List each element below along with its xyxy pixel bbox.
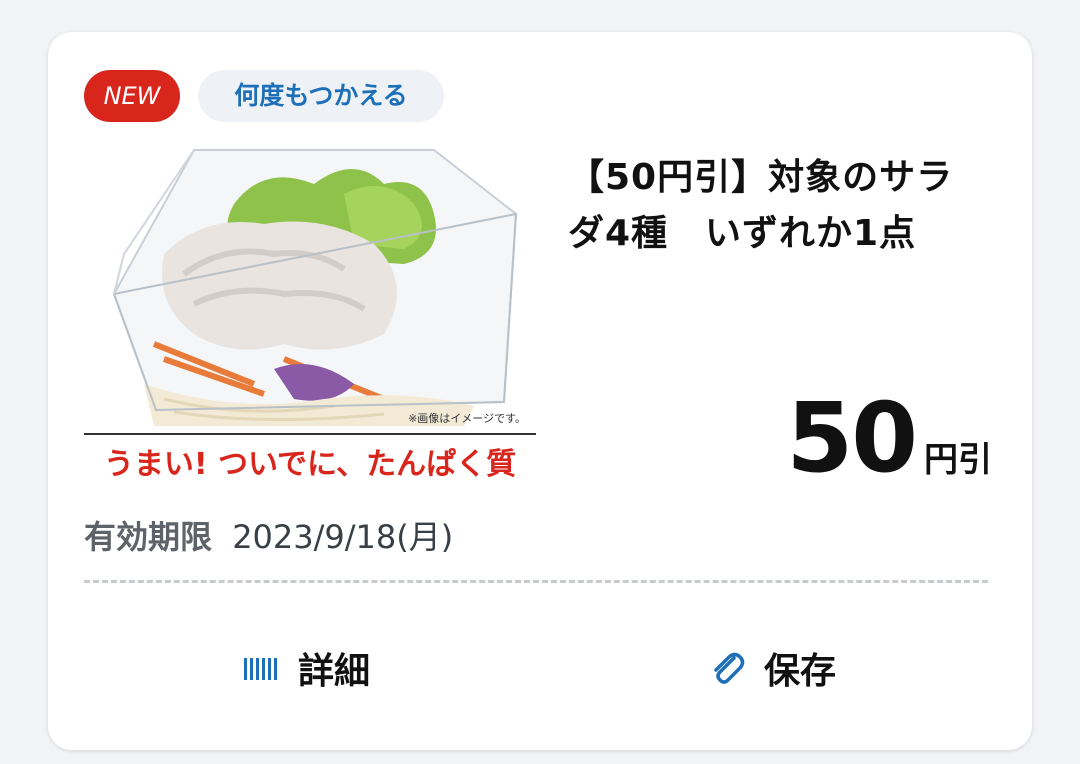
barcode-icon [242, 650, 282, 686]
discount-amount: 50 円引 [786, 382, 992, 494]
product-image: ※画像はイメージです。 うまい! ついでに、たんぱく質 [84, 144, 536, 490]
detail-button[interactable]: 詳細 [242, 638, 370, 698]
expiry-date: 2023/9/18(月) [232, 518, 454, 556]
save-label: 保存 [764, 651, 837, 692]
save-button[interactable]: 保存 [708, 638, 836, 698]
paperclip-icon [708, 650, 748, 686]
image-caption-note: ※画像はイメージです。 [408, 412, 526, 425]
reusable-badge: 何度もつかえる [198, 70, 444, 122]
discount-unit: 円引 [924, 440, 992, 480]
new-badge: NEW [84, 70, 180, 122]
coupon-title: 【50円引】対象のサラダ4種 いずれか1点 [568, 157, 954, 254]
expiry-label: 有効期限 [84, 518, 213, 556]
expiry-info: 有効期限 2023/9/18(月) [84, 512, 453, 558]
coupon-card[interactable]: NEW 何度もつかえる ※画像はイメージです。 うまい! ついでに、たんぱく質 … [48, 32, 1032, 750]
detail-label: 詳細 [298, 651, 371, 692]
image-slogan: うまい! ついでに、たんぱく質 [104, 447, 516, 482]
discount-value: 50 [786, 382, 918, 494]
dashed-divider [84, 580, 988, 583]
